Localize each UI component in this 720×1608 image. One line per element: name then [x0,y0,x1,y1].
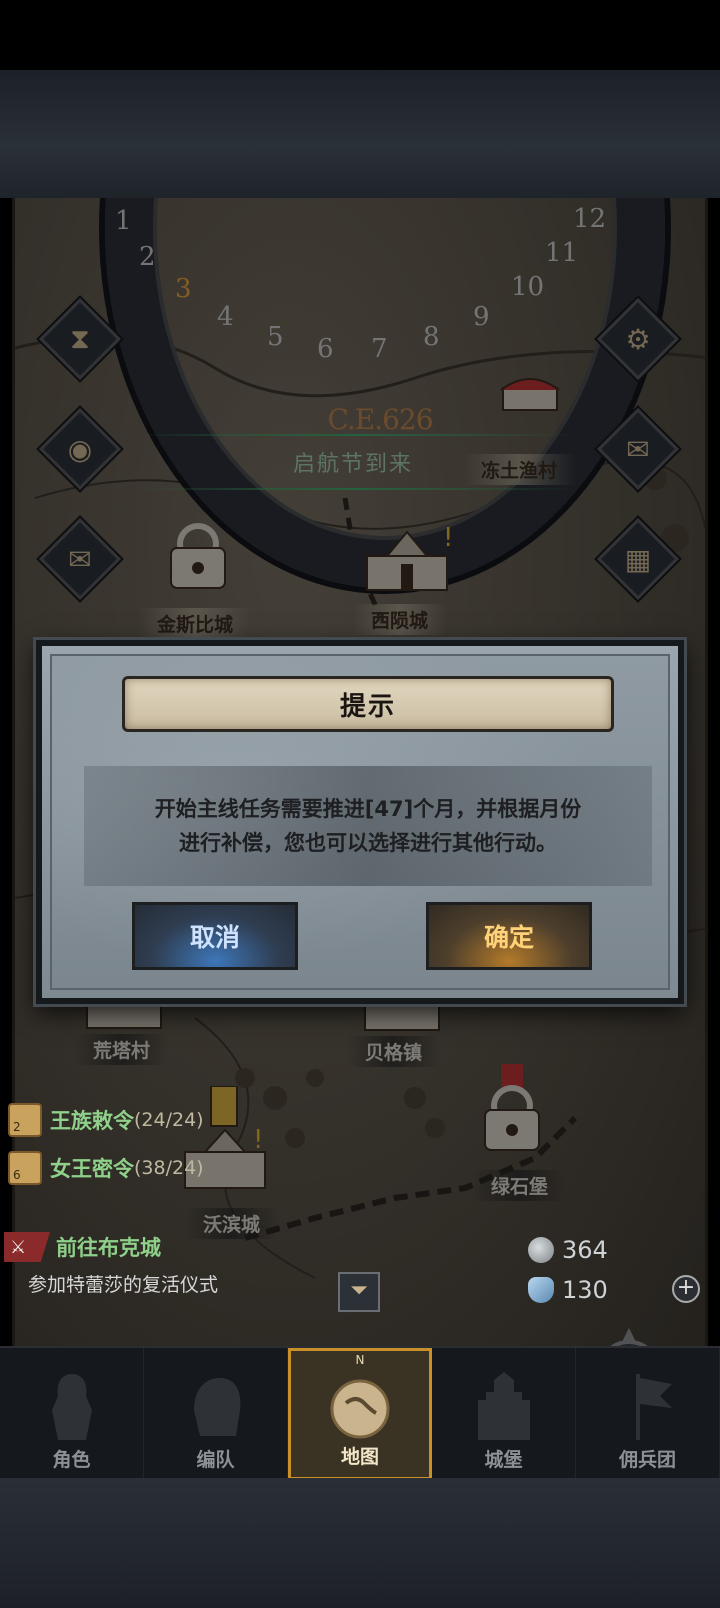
main-quest-subtitle: 参加特蕾莎的复活仪式 [28,1274,219,1296]
crystal-resource: 130 [528,1276,608,1304]
castle-icon [478,1372,530,1440]
silver-resource: 364 [528,1236,608,1264]
map-compass-icon [330,1379,390,1439]
nav-label: 城堡 [484,1449,523,1471]
quest-item-queen-order[interactable]: 6 女王密令 (38/24) [8,1150,204,1186]
add-crystal-button[interactable]: + [672,1275,700,1303]
bottom-nav: 角色 编队 N 地图 城堡 佣兵团 [0,1346,720,1480]
knight-icon [52,1374,92,1440]
sword-icon: ⚔ [4,1232,50,1262]
dialog-title-plate: 提示 [122,676,614,732]
dialog-panel: 提示 开始主线任务需要推进[47]个月，并根据月份 进行补偿，您也可以选择进行其… [50,654,670,990]
nav-item-castle[interactable]: 城堡 [432,1348,576,1480]
quest-scroll-icon: 2 [8,1103,42,1137]
dialog-message-box: 开始主线任务需要推进[47]个月，并根据月份 进行补偿，您也可以选择进行其他行动… [84,766,652,886]
quest-name: 王族敕令 [50,1109,134,1133]
dialog-title: 提示 [339,691,396,722]
crystal-amount: 130 [562,1276,608,1304]
cancel-button[interactable]: 取消 [132,902,298,970]
prompt-dialog: 提示 开始主线任务需要推进[47]个月，并根据月份 进行补偿，您也可以选择进行其… [36,640,684,1004]
nav-item-formation[interactable]: 编队 [144,1348,288,1480]
quest-item-royal-decree[interactable]: 2 王族敕令 (24/24) [8,1102,204,1138]
bottom-band [0,1478,720,1608]
nav-label: 佣兵团 [618,1449,676,1471]
status-bar-area [0,0,720,70]
crystal-icon [528,1277,554,1303]
nav-item-map[interactable]: N 地图 [288,1348,432,1480]
compass-north-label: N [355,1353,365,1367]
quest-scroll-icon: 6 [8,1151,42,1185]
chevron-down-icon: ⏷ [350,1278,368,1303]
silver-coin-icon [528,1237,554,1263]
nav-label: 地图 [340,1446,379,1468]
quest-progress: (38/24) [134,1157,204,1179]
top-header-band [0,70,720,198]
helmet-icon [194,1378,241,1436]
nav-label: 编队 [196,1449,235,1471]
main-quest[interactable]: ⚔ 前往布克城 [4,1232,161,1262]
confirm-button[interactable]: 确定 [426,902,592,970]
dialog-message: 开始主线任务需要推进[47]个月，并根据月份 进行补偿，您也可以选择进行其他行动… [154,797,582,855]
nav-label: 角色 [52,1449,91,1471]
main-quest-title: 前往布克城 [56,1236,161,1260]
quest-name: 女王密令 [50,1157,134,1181]
quest-progress: (24/24) [134,1109,204,1131]
nav-item-mercenary[interactable]: 佣兵团 [576,1348,720,1480]
nav-item-character[interactable]: 角色 [0,1348,144,1480]
expand-quest-button[interactable]: ⏷ [338,1272,380,1312]
silver-amount: 364 [562,1236,608,1264]
banner-icon [636,1374,672,1440]
